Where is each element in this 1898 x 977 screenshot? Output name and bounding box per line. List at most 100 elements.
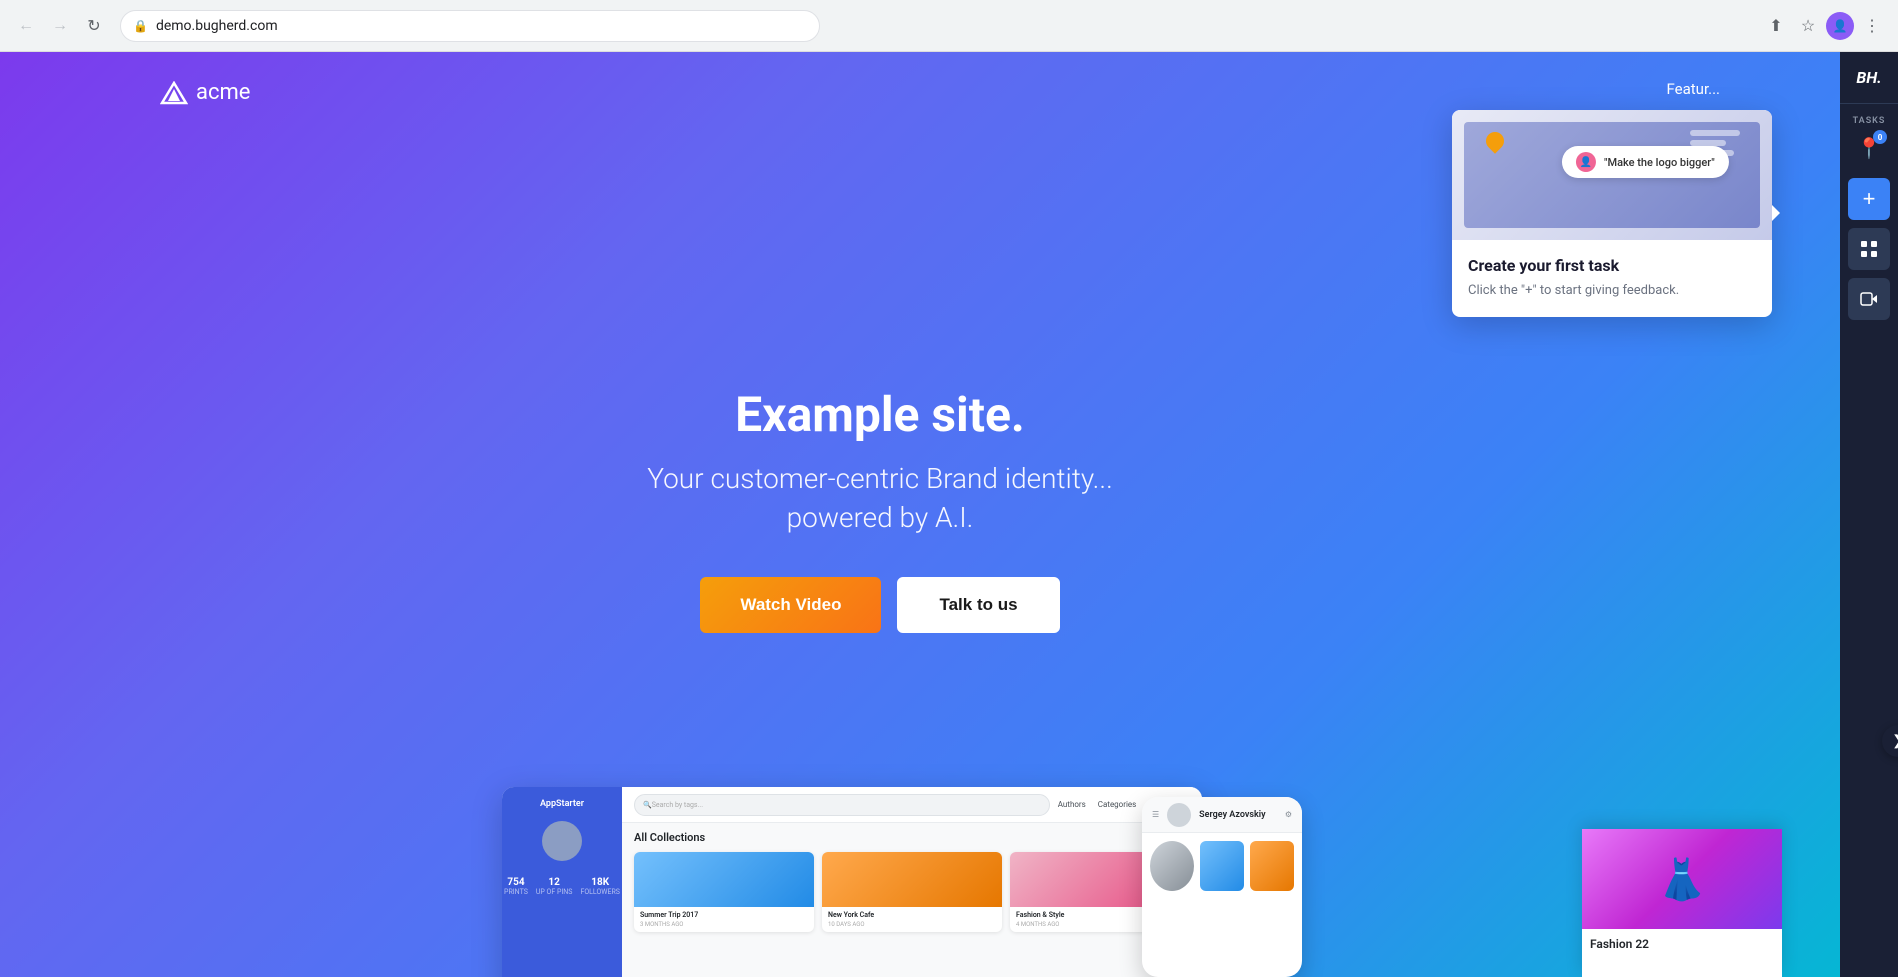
bh-chevron-button[interactable]: ❯ <box>1882 725 1898 757</box>
bh-add-button[interactable]: + <box>1848 178 1890 220</box>
mockup-stat-prints: 754 PRINTS <box>504 877 528 896</box>
popup-pin <box>1482 128 1507 153</box>
phone-menu-icon: ☰ <box>1152 810 1159 819</box>
mockup-avatar <box>542 821 582 861</box>
menu-button[interactable]: ⋮ <box>1858 12 1886 40</box>
card-img-2 <box>822 852 1002 907</box>
popup-bar-2 <box>1690 140 1726 146</box>
mockup-phone: ☰ Sergey Azovskiy ⚙ <box>1142 797 1302 977</box>
mockup-stat-followers: 18K FOLLOWERS <box>580 877 619 896</box>
mockup-stats: 754 PRINTS 12 UP OF PINS 18K FOLLOWERS <box>504 877 620 896</box>
acme-logo: acme <box>160 80 250 105</box>
search-placeholder: Search by tags... <box>652 801 703 809</box>
reload-button[interactable]: ↻ <box>80 12 108 40</box>
card-img-1 <box>634 852 814 907</box>
phone-settings-icon: ⚙ <box>1285 810 1292 819</box>
popup-description: Click the "+" to start giving feedback. <box>1468 281 1756 301</box>
popup-content: Create your first task Click the "+" to … <box>1452 240 1772 317</box>
share-button[interactable]: ⬆ <box>1762 12 1790 40</box>
main-layout: acme Featur... Example site. Your custom… <box>0 52 1898 977</box>
phone-thumb-3 <box>1250 841 1294 891</box>
mockup-main-content: 🔍 Search by tags... Authors Categories U… <box>622 787 1202 977</box>
browser-nav-buttons: ← → ↻ <box>12 12 108 40</box>
popup-title: Create your first task <box>1468 256 1756 275</box>
popup-comment-avatar: 👤 <box>1576 152 1596 172</box>
mockup-card-1: Summer Trip 2017 3 MONTHS AGO <box>634 852 814 932</box>
watch-video-button[interactable]: Watch Video <box>700 578 881 634</box>
hero-title: Example site. <box>480 386 1280 444</box>
bookmark-button[interactable]: ☆ <box>1794 12 1822 40</box>
hero-subtitle: Your customer-centric Brand identity...p… <box>480 459 1280 537</box>
card-title-2: New York Cafe <box>822 907 1002 921</box>
nav-categories: Categories <box>1098 800 1137 809</box>
browser-actions: ⬆ ☆ 👤 ⋮ <box>1762 12 1886 40</box>
bh-logo: BH. <box>1840 52 1898 104</box>
popup-comment-text: "Make the logo bigger" <box>1604 156 1715 169</box>
lock-icon: 🔒 <box>133 19 148 33</box>
stat-label-prints: PRINTS <box>504 888 528 896</box>
mockup-grid: Summer Trip 2017 3 MONTHS AGO New York C… <box>634 852 1190 932</box>
forward-button[interactable]: → <box>46 12 74 40</box>
phone-row <box>1150 841 1294 891</box>
card-title-1: Summer Trip 2017 <box>634 907 814 921</box>
nav-features[interactable]: Featur... <box>1667 80 1720 98</box>
back-button[interactable]: ← <box>12 12 40 40</box>
mockup-sidebar: AppStarter 754 PRINTS 12 UP OF PINS 18K <box>502 787 622 977</box>
stat-num-pins: 12 <box>536 877 573 888</box>
hero-section: Example site. Your customer-centric Bran… <box>480 386 1280 634</box>
phone-avatar <box>1167 803 1191 827</box>
fashion-title: Fashion 22 <box>1590 937 1774 951</box>
address-bar[interactable]: 🔒 demo.bugherd.com <box>120 10 820 42</box>
mockup-browser: AppStarter 754 PRINTS 12 UP OF PINS 18K <box>502 787 1202 977</box>
bugherd-sidebar: BH. TASKS 📍 0 + ❯ <box>1840 52 1898 977</box>
site-nav: Featur... <box>1667 80 1720 98</box>
url-text: demo.bugherd.com <box>156 18 278 34</box>
profile-avatar[interactable]: 👤 <box>1826 12 1854 40</box>
bugherd-popup: 👤 "Make the logo bigger" Create your fir… <box>1452 110 1772 317</box>
phone-user-name: Sergey Azovskiy <box>1199 810 1277 820</box>
bh-grid-button[interactable] <box>1848 228 1890 270</box>
stat-label-pins: UP OF PINS <box>536 888 573 896</box>
fashion-info: Fashion 22 <box>1582 929 1782 959</box>
browser-chrome: ← → ↻ 🔒 demo.bugherd.com ⬆ ☆ 👤 ⋮ <box>0 0 1898 52</box>
card-sub-1: 3 MONTHS AGO <box>634 921 814 932</box>
hero-title-main: Example site <box>735 386 1011 443</box>
collections-title: All Collections <box>634 831 1190 844</box>
hero-buttons: Watch Video Talk to us <box>480 578 1280 634</box>
mockup-search: 🔍 Search by tags... <box>634 794 1050 816</box>
hero-title-period: . <box>1011 386 1025 443</box>
dashboard-mockup: AppStarter 754 PRINTS 12 UP OF PINS 18K <box>502 767 1262 977</box>
phone-thumb-2 <box>1200 841 1244 891</box>
bh-logo-text: BH. <box>1856 68 1881 87</box>
website-content: acme Featur... Example site. Your custom… <box>0 52 1840 977</box>
card-sub-2: 10 DAYS AGO <box>822 921 1002 932</box>
fashion-img: 👗 <box>1582 829 1782 929</box>
phone-thumb-1 <box>1150 841 1194 891</box>
stat-num-followers: 18K <box>580 877 619 888</box>
popup-bar-3 <box>1690 150 1734 156</box>
popup-arrow <box>1772 205 1780 221</box>
mockup-collections: All Collections Summer Trip 2017 3 MONTH… <box>622 823 1202 940</box>
nav-authors: Authors <box>1058 800 1086 809</box>
search-icon: 🔍 <box>643 801 652 809</box>
popup-bar-1 <box>1690 130 1740 136</box>
logo-text: acme <box>196 80 250 105</box>
stat-num-prints: 754 <box>504 877 528 888</box>
mockup-topbar: 🔍 Search by tags... Authors Categories U… <box>622 787 1202 823</box>
mockup-app-name: AppStarter <box>540 799 584 809</box>
mockup-stat-pins: 12 UP OF PINS <box>536 877 573 896</box>
fashion-card: 👗 Fashion 22 <box>1582 829 1782 977</box>
popup-screenshot: 👤 "Make the logo bigger" <box>1452 110 1772 240</box>
phone-content <box>1142 833 1302 905</box>
popup-screenshot-inner: 👤 "Make the logo bigger" <box>1464 122 1760 228</box>
mockup-card-2: New York Cafe 10 DAYS AGO <box>822 852 1002 932</box>
talk-to-us-button[interactable]: Talk to us <box>897 578 1059 634</box>
bh-video-button[interactable] <box>1848 278 1890 320</box>
bh-task-badge: 0 <box>1873 130 1887 144</box>
stat-label-followers: FOLLOWERS <box>580 888 619 896</box>
bh-badge-container: 📍 0 <box>1851 130 1887 166</box>
chevron-icon: ❯ <box>1892 733 1898 749</box>
popup-screenshot-bars <box>1690 130 1740 156</box>
phone-header: ☰ Sergey Azovskiy ⚙ <box>1142 797 1302 833</box>
bh-tasks-label: TASKS <box>1853 116 1886 126</box>
